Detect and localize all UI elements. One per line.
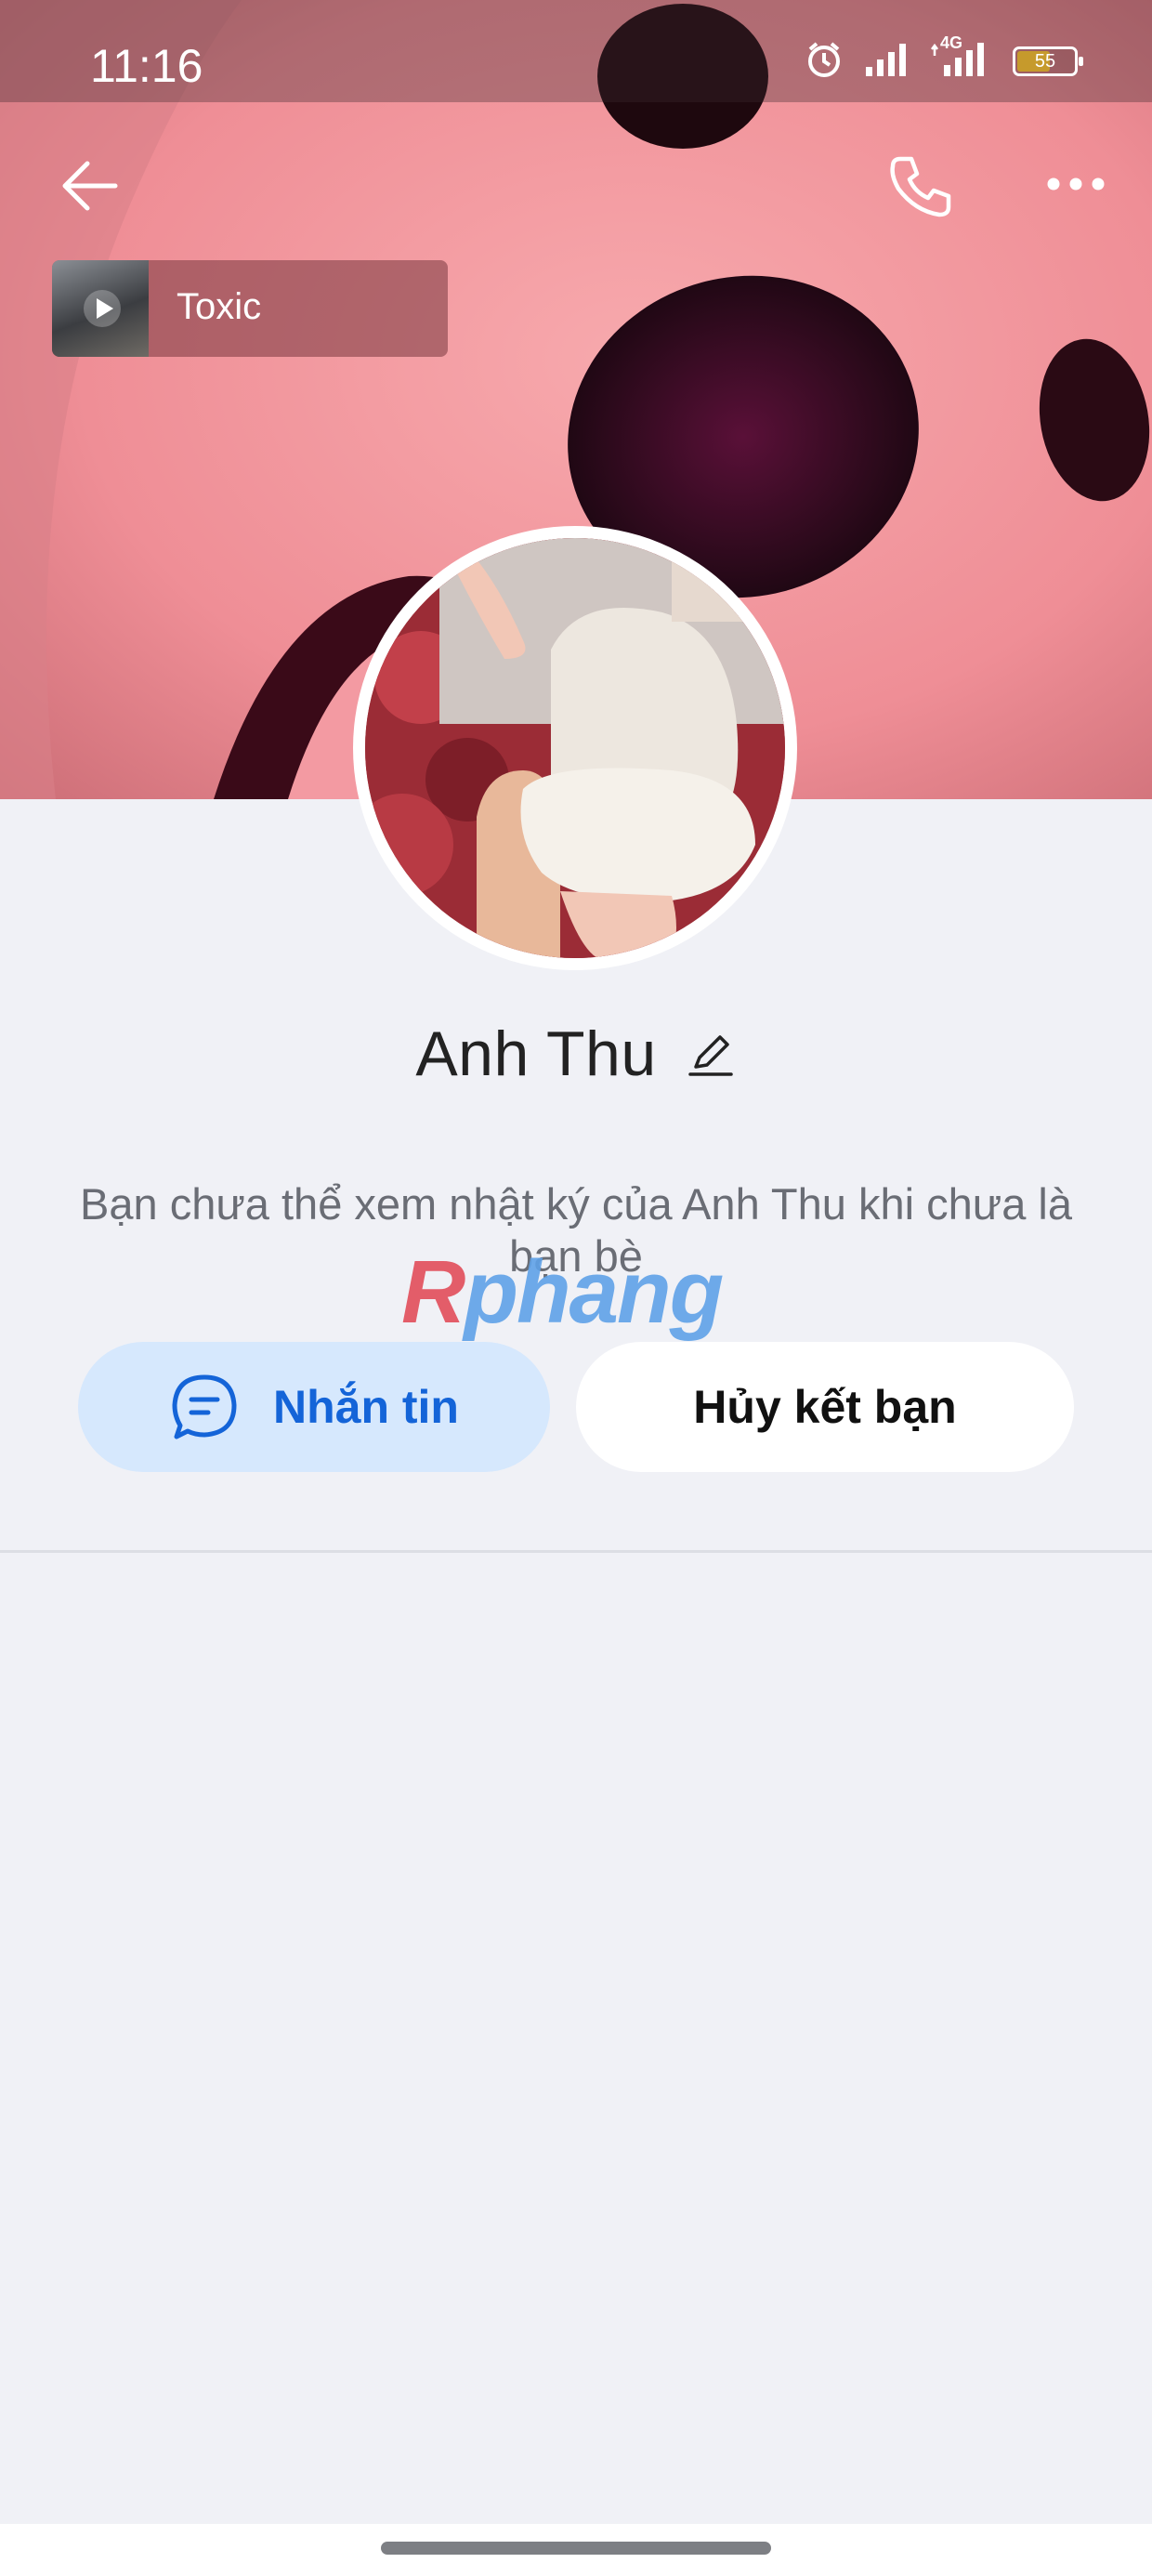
profile-music[interactable]: Toxic	[52, 260, 448, 357]
music-thumbnail	[52, 260, 149, 357]
avatar-image	[365, 538, 785, 958]
profile-name-row: Anh Thu	[0, 1018, 1152, 1090]
status-icons: 4G 55	[805, 33, 1083, 83]
music-title: Toxic	[177, 286, 262, 327]
avatar[interactable]	[353, 526, 797, 970]
unfriend-button[interactable]: Hủy kết bạn	[576, 1342, 1074, 1472]
back-button[interactable]	[50, 147, 128, 225]
call-button[interactable]	[879, 145, 962, 229]
profile-name: Anh Thu	[415, 1019, 657, 1089]
pencil-icon[interactable]	[685, 1028, 737, 1080]
play-icon[interactable]	[84, 290, 121, 327]
watermark-first-letter: R	[401, 1242, 465, 1342]
alarm-icon	[805, 40, 844, 84]
arrow-left-icon	[62, 161, 118, 211]
message-button[interactable]: Nhắn tin	[78, 1342, 550, 1472]
battery-icon: 55	[1013, 46, 1083, 76]
status-bar: 11:16 4G 55	[0, 0, 1152, 102]
signal-4g-icon: 4G	[931, 33, 992, 83]
watermark-rest: phang	[464, 1242, 724, 1342]
unfriend-button-label: Hủy kết bạn	[693, 1381, 957, 1433]
chat-bubble-icon	[172, 1374, 237, 1439]
signal-icon	[864, 41, 910, 83]
section-divider	[0, 1550, 1152, 1553]
more-button[interactable]	[1037, 145, 1115, 223]
home-indicator[interactable]	[381, 2542, 771, 2555]
phone-icon	[890, 156, 951, 217]
more-horizontal-icon	[1047, 177, 1105, 191]
status-time: 11:16	[90, 40, 203, 92]
watermark-logo: Rphang	[401, 1242, 724, 1344]
network-type: 4G	[940, 33, 963, 52]
message-button-label: Nhắn tin	[273, 1381, 459, 1433]
battery-level: 55	[1034, 51, 1056, 72]
